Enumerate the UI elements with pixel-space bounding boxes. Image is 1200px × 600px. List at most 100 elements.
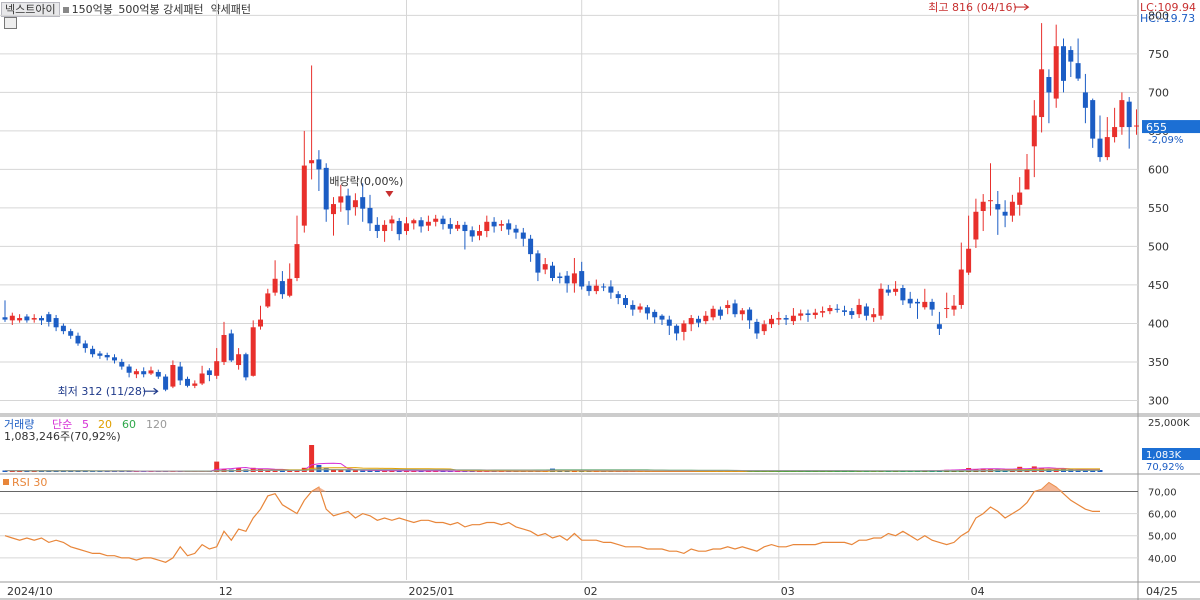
candle-body [294,244,300,279]
candle-body [571,273,577,284]
candle-body [491,221,497,227]
candle-body [185,378,190,386]
x-axis-label: 2025/01 [409,585,455,598]
candle-body [732,303,738,315]
candle-body [995,204,1001,210]
candle-body [148,370,154,374]
candle-body [104,355,110,358]
candle-body [287,278,293,296]
price-axis-tick: 300 [1148,394,1169,407]
candle-body [988,200,993,202]
candle-body [112,357,117,361]
candle-body [703,315,709,322]
candle-body [31,318,37,320]
candle-body [513,228,519,233]
stock-chart-svg: 800750700650600550500450400350300최고 816 … [0,0,1200,600]
candle-body [980,201,986,212]
candle-body [1061,46,1066,81]
candle-body [579,271,585,287]
candle-body [477,231,482,236]
candle-body [345,195,351,211]
candle-body [666,319,672,326]
candle-body [17,318,23,321]
candle-body [542,264,548,270]
candle-body [206,370,212,376]
candle-body [769,318,774,325]
candle-body [922,301,928,308]
candle-body [506,223,512,230]
candle-body [915,301,920,304]
candle-body [849,311,855,315]
candle-body [958,269,964,305]
candle-body [309,160,315,164]
candle-body [455,224,461,229]
candle-body [717,309,723,316]
candle-body [425,221,431,226]
candle-body [46,314,52,322]
candle-body [1053,46,1059,99]
candle-body [1039,69,1045,118]
candle-body [97,353,103,356]
candle-body [440,218,446,225]
volume-axis-tick: 25,000K [1148,418,1190,429]
candle-body [644,307,650,314]
candle-body [221,334,227,362]
candle-body [747,309,753,321]
rsi-series-label: RSI 30 [12,476,47,489]
candle-body [68,331,74,336]
candle-body [331,204,336,215]
candle-body [75,335,81,344]
price-axis-tick: 350 [1148,356,1169,369]
candle-body [433,218,439,222]
candle-body [389,219,395,224]
volume-bar [323,468,329,472]
candle-body [484,221,490,232]
candle-body [608,286,614,293]
candle-body [973,211,979,240]
candle-body [652,311,658,318]
rsi-line [4,481,1100,563]
candle-body [885,289,891,293]
candle-body [1075,63,1081,79]
candle-body [710,308,716,318]
candle-body [396,221,402,235]
candle-body [236,354,242,366]
candle-body [1097,138,1103,158]
candle-body [842,310,847,312]
candle-body [951,305,957,310]
candle-body [754,321,760,334]
price-axis-tick: 700 [1148,86,1169,99]
volume-bar [345,470,351,472]
candle-body [659,315,665,320]
rsi-axis-tick: 40,00 [1148,554,1177,565]
candle-body [316,159,322,170]
candle-body [126,366,132,373]
candle-body [133,371,139,375]
rsi-axis-tick: 60,00 [1148,510,1177,521]
candle-body [90,348,96,355]
candle-body [812,312,818,315]
candle-body [301,165,307,226]
candle-body [272,278,278,293]
dividend-marker-icon [385,190,394,197]
current-price-label: 655 [1146,121,1167,134]
candle-body [593,285,599,292]
candle-body [623,298,628,305]
price-axis-tick: 500 [1148,240,1169,253]
volume-current-label: 1,083K [1146,450,1182,461]
rsi-axis-tick: 50,00 [1148,532,1177,543]
candle-body [798,313,804,316]
x-axis-label: 12 [219,585,233,598]
volume-bar [338,470,344,472]
candle-body [199,373,205,384]
current-change-label: -2,09% [1148,135,1183,146]
candle-body [82,343,88,349]
candle-body [352,200,358,208]
candle-body [520,232,526,239]
candle-body [447,224,453,229]
candle-body [820,311,826,313]
x-axis-label: 02 [584,585,598,598]
candle-body [374,224,380,232]
rsi-axis-tick: 70,00 [1148,487,1177,498]
candle-body [9,315,15,321]
